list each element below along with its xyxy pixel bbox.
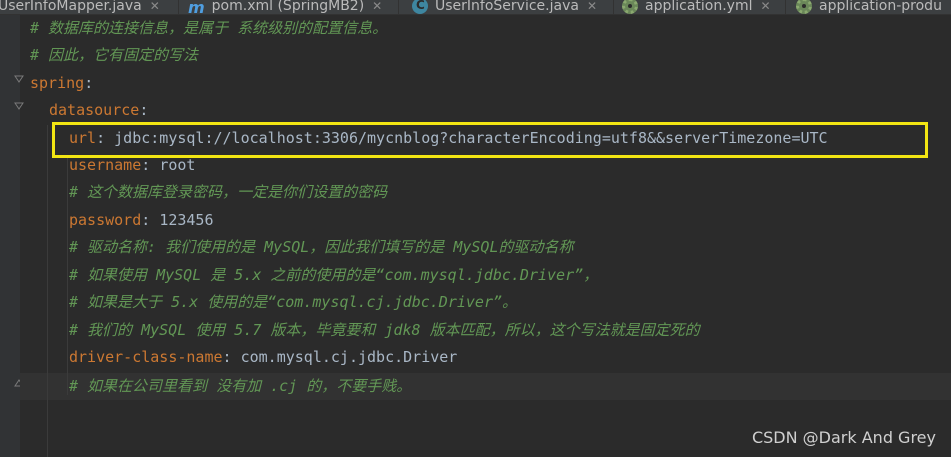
yaml-key: password xyxy=(69,211,142,229)
tab-label: UserInfoMapper.java xyxy=(0,0,142,14)
yaml-key: driver-class-name xyxy=(69,348,223,366)
tab-application-yml[interactable]: application.yml ✕ xyxy=(622,0,771,14)
editor-gutter xyxy=(0,15,24,457)
code-comment: # 驱动名称: 我们使用的是 MySQL，因此我们填写的是 MySQL的驱动名称 xyxy=(69,238,574,256)
code-comment: # 我们的 MySQL 使用 5.7 版本，毕竟要和 jdk8 版本匹配，所以，… xyxy=(69,321,700,339)
yaml-line-spring: spring: xyxy=(30,74,94,92)
yaml-line-password: password: 123456 xyxy=(69,211,214,229)
code-comment: # 这个数据库登录密码，一定是你们设置的密码 xyxy=(69,183,388,201)
tab-label: pom.xml (SpringMB2) xyxy=(211,0,365,14)
code-comment: # 如果使用 MySQL 是 5.x 之前的使用的是“com.mysql.jdb… xyxy=(69,266,599,284)
yaml-value: com.mysql.cj.jdbc.Driver xyxy=(240,348,458,366)
code-comment: # 因此，它有固定的写法 xyxy=(30,46,199,64)
tab-userinfoservice[interactable]: UserInfoService.java ✕ xyxy=(412,0,597,14)
close-icon[interactable]: ✕ xyxy=(761,0,771,13)
close-icon[interactable]: ✕ xyxy=(372,0,382,13)
code-editor[interactable]: # 数据库的连接信息，是属于 系统级别的配置信息。 # 因此，它有固定的写法 s… xyxy=(20,15,951,457)
maven-icon: m xyxy=(188,0,205,15)
indent-guide xyxy=(67,155,68,395)
tab-label: application-produ xyxy=(819,0,942,14)
spring-config-icon xyxy=(796,0,812,14)
yaml-key: username xyxy=(69,156,142,174)
code-comment: # 如果在公司里看到 没有加 .cj 的，不要手贱。 xyxy=(69,377,412,395)
yaml-value: 123456 xyxy=(159,211,214,229)
code-comment: # 如果是大于 5.x 使用的是“com.mysql.cj.jdbc.Drive… xyxy=(69,293,518,311)
editor-tab-bar: UserInfoMapper.java ✕ m pom.xml (SpringM… xyxy=(0,0,951,15)
code-comment: # 数据库的连接信息，是属于 系统级别的配置信息。 xyxy=(30,19,388,37)
yaml-line-datasource: datasource: xyxy=(49,101,149,119)
yaml-key: spring xyxy=(30,74,85,92)
spring-config-icon xyxy=(622,0,638,14)
yaml-value: root xyxy=(159,156,196,174)
url-highlight-box xyxy=(52,122,928,158)
tab-label: UserInfoService.java xyxy=(435,0,579,14)
indent-guide xyxy=(47,125,48,457)
class-icon xyxy=(412,0,428,14)
tab-application-prod[interactable]: application-produ xyxy=(796,0,942,14)
yaml-key: datasource xyxy=(49,101,140,119)
close-icon[interactable]: ✕ xyxy=(150,0,160,13)
close-icon[interactable]: ✕ xyxy=(587,0,597,13)
tab-pom[interactable]: m pom.xml (SpringMB2) ✕ xyxy=(188,0,382,15)
tab-label: application.yml xyxy=(645,0,753,14)
tab-userinfomapper[interactable]: UserInfoMapper.java ✕ xyxy=(0,0,160,14)
watermark: CSDN @Dark And Grey xyxy=(751,428,936,447)
yaml-line-driver: driver-class-name: com.mysql.cj.jdbc.Dri… xyxy=(69,348,458,366)
